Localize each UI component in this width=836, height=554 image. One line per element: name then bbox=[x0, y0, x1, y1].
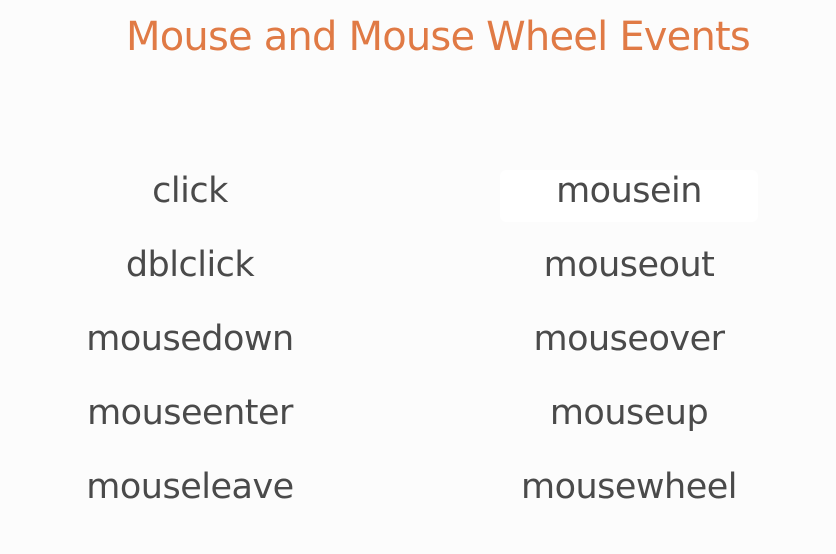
event-item-mouseover: mouseover bbox=[533, 319, 725, 359]
event-list-left: click dblclick mousedown mouseenter mous… bbox=[0, 166, 380, 536]
slide-title: Mouse and Mouse Wheel Events bbox=[126, 14, 751, 60]
event-list-right: mousein mouseout mouseover mouseup mouse… bbox=[439, 166, 819, 536]
slide: Mouse and Mouse Wheel Events click dblcl… bbox=[0, 0, 836, 554]
event-item-mousein: mousein bbox=[556, 171, 702, 211]
event-item-mousewheel: mousewheel bbox=[520, 467, 738, 507]
event-item-mouseout: mouseout bbox=[543, 245, 715, 285]
event-item-mouseenter: mouseenter bbox=[87, 393, 293, 433]
event-item-mouseup: mouseup bbox=[549, 393, 709, 433]
event-item-mousedown: mousedown bbox=[86, 319, 294, 359]
event-item-click: click bbox=[152, 171, 228, 211]
event-item-dblclick: dblclick bbox=[125, 245, 255, 285]
event-item-mouseleave: mouseleave bbox=[86, 467, 294, 507]
